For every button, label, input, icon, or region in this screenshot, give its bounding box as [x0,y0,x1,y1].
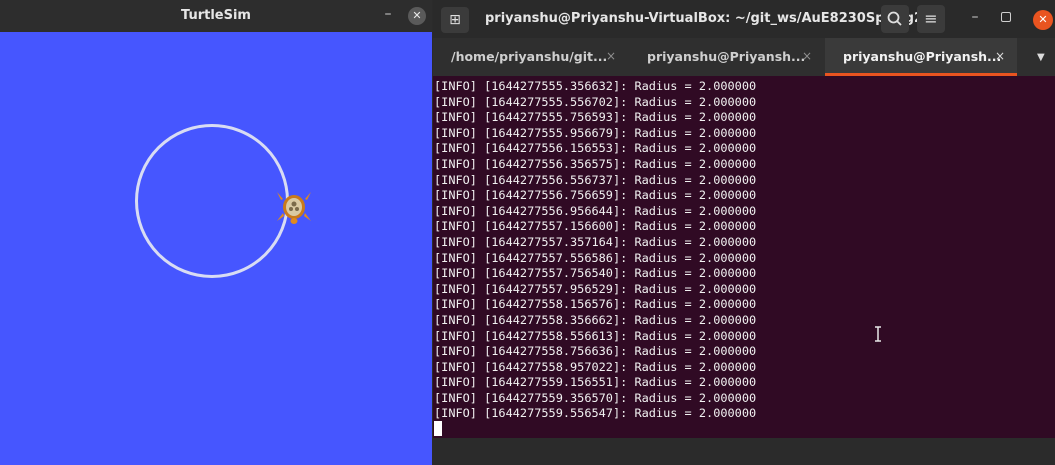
minimize-button[interactable]: – [968,10,982,26]
log-line: [INFO] [1644277555.356632]: Radius = 2.0… [434,79,757,93]
log-line: [INFO] [1644277557.556586]: Radius = 2.0… [434,250,757,265]
log-line: [INFO] [1644277557.156600]: Radius = 2.0… [434,219,757,234]
log-line: [INFO] [1644277558.356662]: Radius = 2.0… [434,312,757,327]
tab-priyanshu-2[interactable]: priyanshu@Priyansh... × [825,38,1017,76]
tab-label: priyanshu@Priyansh... [647,49,806,64]
log-line: [INFO] [1644277557.956529]: Radius = 2.0… [434,281,757,296]
log-line: [INFO] [1644277555.956679]: Radius = 2.0… [434,125,757,140]
log-line: [INFO] [1644277556.556737]: Radius = 2.0… [434,172,757,187]
maximize-button[interactable] [1001,12,1011,22]
log-line: [INFO] [1644277559.156551]: Radius = 2.0… [434,375,757,390]
tab-scroll-icon[interactable]: ▼ [1037,52,1045,63]
tab-close-icon[interactable]: × [606,49,616,63]
search-icon [887,11,902,26]
log-line: [INFO] [1644277556.156553]: Radius = 2.0… [434,141,757,156]
tab-bar: /home/priyanshu/git... × priyanshu@Priya… [433,38,1055,76]
search-button[interactable] [881,5,909,33]
log-line: [INFO] [1644277555.756593]: Radius = 2.0… [434,110,757,125]
tab-home[interactable]: /home/priyanshu/git... × [433,38,629,76]
log-line: [INFO] [1644277558.756636]: Radius = 2.0… [434,344,757,359]
tab-priyanshu-1[interactable]: priyanshu@Priyansh... × [629,38,825,76]
close-button[interactable]: ✕ [1033,10,1053,30]
terminal-window: ⊞ priyanshu@Priyanshu-VirtualBox: ~/git_… [433,0,1055,465]
turtle-canvas [0,32,432,465]
tab-label: /home/priyanshu/git... [451,49,608,64]
turtlesim-title: TurtleSim [181,8,251,23]
turtlesim-window: TurtleSim – ✕ [0,0,432,465]
terminal-bottom-bar [433,438,1055,465]
ibeam-cursor-icon [875,326,881,342]
log-line: [INFO] [1644277557.756540]: Radius = 2.0… [434,266,757,281]
menu-button[interactable]: ≡ [917,5,945,33]
turtle-icon [277,192,311,224]
close-button[interactable]: ✕ [408,7,426,25]
log-line: [INFO] [1644277558.156576]: Radius = 2.0… [434,297,757,312]
log-line: [INFO] [1644277556.356575]: Radius = 2.0… [434,156,757,171]
circle-path [135,124,289,278]
tab-close-icon[interactable]: × [995,49,1005,63]
log-line: [INFO] [1644277555.556702]: Radius = 2.0… [434,94,757,109]
tab-label: priyanshu@Priyansh... [843,49,1002,64]
terminal-title: priyanshu@Priyanshu-VirtualBox: ~/git_ws… [485,11,938,26]
log-line: [INFO] [1644277559.556547]: Radius = 2.0… [434,406,757,421]
log-line: [INFO] [1644277556.756659]: Radius = 2.0… [434,188,757,203]
log-line: [INFO] [1644277557.357164]: Radius = 2.0… [434,234,757,249]
log-list: [INFO] [1644277555.356632]: Radius = 2.0… [434,79,756,422]
tab-close-icon[interactable]: × [802,49,812,63]
new-tab-button[interactable]: ⊞ [441,7,469,33]
terminal-output[interactable]: [INFO] [1644277555.356632]: Radius = 2.0… [433,76,1055,438]
turtlesim-titlebar[interactable]: TurtleSim – ✕ [0,0,432,32]
minimize-button[interactable]: – [382,7,394,22]
log-line: [INFO] [1644277559.356570]: Radius = 2.0… [434,390,757,405]
terminal-titlebar[interactable]: ⊞ priyanshu@Priyanshu-VirtualBox: ~/git_… [433,0,1055,38]
log-line: [INFO] [1644277558.957022]: Radius = 2.0… [434,359,757,374]
log-line: [INFO] [1644277556.956644]: Radius = 2.0… [434,203,757,218]
text-cursor [434,421,442,436]
log-line: [INFO] [1644277558.556613]: Radius = 2.0… [434,328,757,343]
